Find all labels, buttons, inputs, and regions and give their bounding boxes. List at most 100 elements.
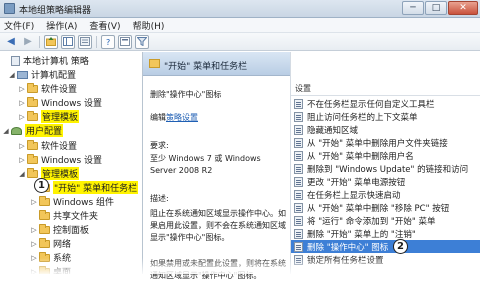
tree-node-network[interactable]: ▷ 网络 — [30, 237, 71, 250]
setting-row-selected[interactable]: 删除 "操作中心" 图标 — [291, 240, 480, 253]
folder-icon — [39, 209, 50, 220]
forward-icon[interactable]: ▶ — [21, 35, 35, 49]
expand-arrow-icon[interactable]: ▷ — [30, 198, 38, 206]
setting-row[interactable]: 删除到 "Windows Update" 的链接和访问 — [291, 162, 480, 175]
user-icon — [11, 126, 22, 135]
edit-policy-link[interactable]: 策略设置 — [166, 113, 198, 122]
policy-setting-icon — [294, 124, 303, 135]
tree-node-label: 软件设置 — [41, 85, 78, 95]
requirements-label: 要求: — [150, 141, 169, 150]
expand-arrow-icon[interactable]: ▷ — [30, 254, 38, 262]
folder-icon — [39, 265, 50, 274]
setting-row[interactable]: 从 "开始" 菜单中删除用户名 — [291, 149, 480, 162]
tree-node-label: "开始" 菜单和任务栏 — [53, 181, 139, 194]
tree-node-label: 系统 — [53, 254, 72, 264]
minimize-button[interactable]: ─ — [402, 1, 424, 15]
setting-row[interactable]: 将 "运行" 命令添加到 "开始" 菜单 — [291, 214, 480, 227]
extended-pane-title: "开始" 菜单和任务栏 — [164, 62, 248, 72]
requirements-text: 至少 Windows 7 或 Windows Server 2008 R2 — [150, 154, 261, 175]
tree-node-label: 软件设置 — [41, 142, 78, 152]
filter-icon[interactable] — [135, 34, 149, 49]
tree-node-user-config[interactable]: ◢ 用户配置 — [2, 124, 64, 137]
folder-icon — [39, 223, 50, 234]
tree-node-admin-templates[interactable]: ▷ 管理模板 — [18, 110, 80, 123]
tree-node-software-settings[interactable]: ▷ 软件设置 — [18, 82, 77, 95]
tree-node-label: 管理模板 — [41, 167, 80, 180]
description-text: 阻止在系统通知区域显示操作中心。如果启用此设置，则不会在系统通知区域显示"操作中… — [150, 209, 286, 242]
collapse-arrow-icon[interactable]: ◢ — [2, 127, 10, 135]
folder-icon — [27, 139, 38, 150]
tree-node-label: 共享文件夹 — [53, 212, 99, 222]
expand-arrow-icon[interactable]: ▷ — [18, 142, 26, 150]
menu-help[interactable]: 帮助(H) — [133, 19, 165, 32]
policy-setting-icon — [294, 137, 303, 148]
tree-node-label: 用户配置 — [25, 124, 64, 137]
properties-icon[interactable] — [118, 34, 132, 49]
policy-icon — [11, 55, 20, 66]
expand-arrow-icon[interactable]: ▷ — [18, 156, 26, 164]
setting-row[interactable]: 在任务栏上显示快速启动 — [291, 188, 480, 201]
expand-arrow-icon[interactable]: ▷ — [18, 99, 26, 107]
setting-row[interactable]: 阻止访问任务栏的上下文菜单 — [291, 110, 480, 123]
close-button[interactable]: ✕ — [448, 1, 478, 15]
menu-view[interactable]: 查看(V) — [89, 19, 120, 32]
title-bar: 本地组策略编辑器 ─ □ ✕ — [0, 0, 480, 18]
tree-node-label: 本地计算机 策略 — [23, 57, 89, 67]
menu-file[interactable]: 文件(F) — [4, 19, 34, 32]
expand-arrow-icon[interactable]: ▷ — [18, 85, 26, 93]
setting-row[interactable]: 不在任务栏显示任何自定义工具栏 — [291, 97, 480, 110]
settings-list: 设置 不在任务栏显示任何自定义工具栏 阻止访问任务栏的上下文菜单 隐藏通知区域 … — [290, 52, 480, 274]
tree-node-label: Windows 设置 — [41, 156, 103, 166]
menu-action[interactable]: 操作(A) — [46, 19, 77, 32]
setting-row[interactable]: 从 "开始" 菜单中删除 "移除 PC" 按钮 — [291, 201, 480, 214]
setting-row[interactable]: 锁定所有任务栏设置 — [291, 253, 480, 266]
back-icon[interactable]: ◀ — [4, 35, 18, 49]
app-icon — [4, 3, 15, 14]
policy-setting-icon — [294, 189, 303, 200]
policy-setting-icon — [294, 202, 303, 213]
tree-node-computer-config[interactable]: ◢ 计算机配置 — [8, 68, 76, 81]
setting-row[interactable]: 隐藏通知区域 — [291, 123, 480, 136]
toolbar-separator — [39, 35, 40, 48]
setting-row[interactable]: 删除 "开始" 菜单上的 "注销" — [291, 227, 480, 240]
folder-icon — [27, 82, 38, 93]
tree-node-system[interactable]: ▷ 系统 — [30, 251, 71, 264]
tree-node-windows-settings[interactable]: ▷ Windows 设置 — [18, 96, 102, 109]
toolbar: ◀ ▶ ? — [0, 33, 480, 51]
show-hide-tree-icon[interactable] — [61, 34, 75, 49]
tree-node-label: 桌面 — [53, 268, 72, 274]
policy-setting-icon — [294, 98, 303, 109]
tree-node-local-computer-policy[interactable]: 本地计算机 策略 — [2, 54, 89, 67]
maximize-button[interactable]: □ — [425, 1, 447, 15]
policy-setting-icon — [294, 215, 303, 226]
folder-icon — [39, 251, 50, 262]
collapse-arrow-icon[interactable]: ◢ — [8, 71, 16, 79]
toolbar-separator — [96, 35, 97, 48]
expand-arrow-icon[interactable]: ▷ — [30, 240, 38, 248]
tree-node-user-windows-settings[interactable]: ▷ Windows 设置 — [18, 153, 102, 166]
description-label: 描述: — [150, 194, 169, 203]
column-header-setting[interactable]: 设置 — [291, 82, 480, 96]
tree-node-user-admin-templates[interactable]: ◢ 管理模板 — [18, 167, 80, 180]
tree-node-desktop[interactable]: ▷ 桌面 — [30, 265, 71, 274]
edit-policy-line: 编辑策略设置 — [150, 112, 198, 123]
export-list-icon[interactable] — [78, 34, 92, 49]
tree-node-shared-folders[interactable]: 共享文件夹 — [30, 209, 98, 222]
collapse-arrow-icon[interactable]: ◢ — [18, 170, 26, 178]
tree-node-user-software-settings[interactable]: ▷ 软件设置 — [18, 139, 77, 152]
tree-node-windows-components[interactable]: ▷ Windows 组件 — [30, 195, 114, 208]
policy-setting-icon — [294, 241, 303, 252]
folder-icon — [27, 153, 38, 164]
expand-arrow-icon[interactable]: ▷ — [30, 268, 38, 275]
expand-arrow-icon[interactable]: ▷ — [30, 226, 38, 234]
policy-setting-icon — [294, 111, 303, 122]
setting-row[interactable]: 从 "开始" 菜单中删除用户文件夹链接 — [291, 136, 480, 149]
up-folder-icon[interactable] — [44, 34, 58, 49]
tree-node-control-panel[interactable]: ▷ 控制面板 — [30, 223, 89, 236]
folder-icon — [27, 167, 38, 178]
setting-row[interactable]: 更改 "开始" 菜单电源按钮 — [291, 175, 480, 188]
expand-arrow-icon[interactable]: ▷ — [18, 113, 26, 121]
tree-node-label: 计算机配置 — [31, 71, 77, 81]
window-title: 本地组策略编辑器 — [19, 6, 92, 16]
help-icon[interactable]: ? — [101, 34, 115, 49]
